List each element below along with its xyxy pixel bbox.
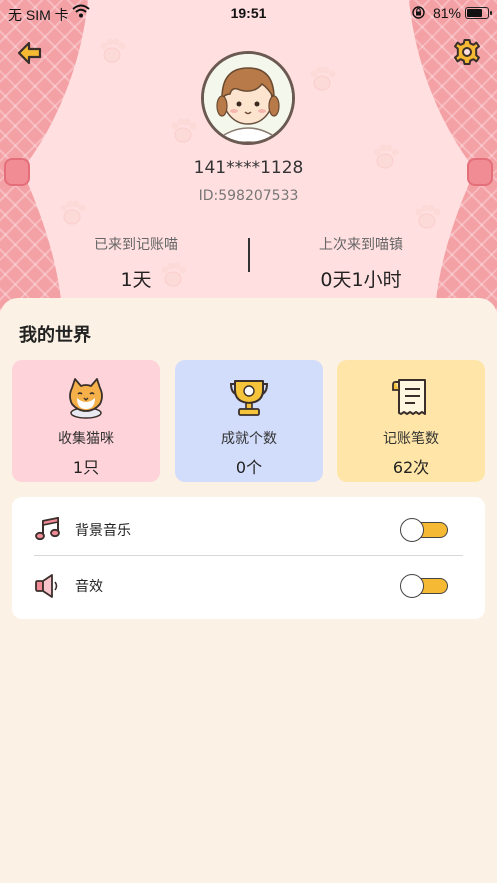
world-panel: 我的世界 收集猫咪 1只 成就个数 0个 记账笔数 62次 背景音乐 音效 bbox=[0, 298, 497, 883]
background-music-toggle[interactable] bbox=[400, 518, 450, 542]
paw-decoration-icon bbox=[415, 204, 441, 229]
collect-cats-value: 1只 bbox=[72, 458, 100, 477]
last-visit-stat: 上次来到喵镇 0天1小时 bbox=[237, 234, 485, 292]
rotation-lock-icon bbox=[412, 6, 425, 19]
girl-avatar-icon bbox=[204, 54, 292, 142]
trophy-icon bbox=[229, 380, 269, 416]
music-note-icon bbox=[35, 517, 60, 541]
collect-cats-card[interactable]: 收集猫咪 1只 bbox=[12, 360, 160, 482]
settings-panel: 背景音乐 音效 bbox=[12, 497, 485, 619]
user-phone: 141****1128 bbox=[193, 158, 304, 178]
achievements-value: 0个 bbox=[235, 458, 263, 477]
sound-effect-label: 音效 bbox=[75, 579, 103, 595]
receipt-icon bbox=[392, 379, 426, 415]
records-label: 记账笔数 bbox=[383, 431, 439, 447]
collect-cats-label: 收集猫咪 bbox=[58, 431, 114, 447]
achievements-card[interactable]: 成就个数 0个 bbox=[175, 360, 323, 482]
speaker-icon bbox=[35, 574, 58, 598]
last-visit-value: 0天1小时 bbox=[320, 269, 402, 291]
sound-effect-row: 音效 bbox=[12, 557, 485, 613]
gear-icon[interactable] bbox=[453, 38, 481, 66]
avatar[interactable] bbox=[201, 51, 295, 145]
days-stat: 已来到记账喵 1天 bbox=[12, 234, 260, 292]
paw-decoration-icon bbox=[310, 66, 336, 91]
records-value: 62次 bbox=[392, 458, 430, 477]
days-stat-value: 1天 bbox=[120, 269, 152, 291]
paw-decoration-icon bbox=[100, 38, 126, 63]
cat-icon bbox=[69, 378, 103, 419]
background-music-label: 背景音乐 bbox=[75, 523, 131, 539]
user-id: ID:598207533 bbox=[198, 188, 299, 204]
battery-percent: 81% bbox=[432, 5, 461, 21]
status-bar: 无 SIM 卡 19:51 81% bbox=[0, 0, 497, 26]
section-title: 我的世界 bbox=[19, 325, 91, 346]
paw-decoration-icon bbox=[171, 118, 197, 143]
last-visit-label: 上次来到喵镇 bbox=[319, 237, 403, 253]
sound-effect-toggle[interactable] bbox=[400, 574, 450, 598]
back-arrow-icon[interactable] bbox=[14, 38, 44, 68]
achievements-label: 成就个数 bbox=[221, 431, 277, 447]
background-music-row: 背景音乐 bbox=[12, 501, 485, 557]
days-stat-label: 已来到记账喵 bbox=[94, 237, 178, 253]
records-card[interactable]: 记账笔数 62次 bbox=[337, 360, 485, 482]
battery-icon bbox=[465, 7, 492, 19]
profile-header: 无 SIM 卡 19:51 81% 141****1128 ID:5982075… bbox=[0, 0, 497, 330]
settings-divider bbox=[34, 555, 463, 556]
